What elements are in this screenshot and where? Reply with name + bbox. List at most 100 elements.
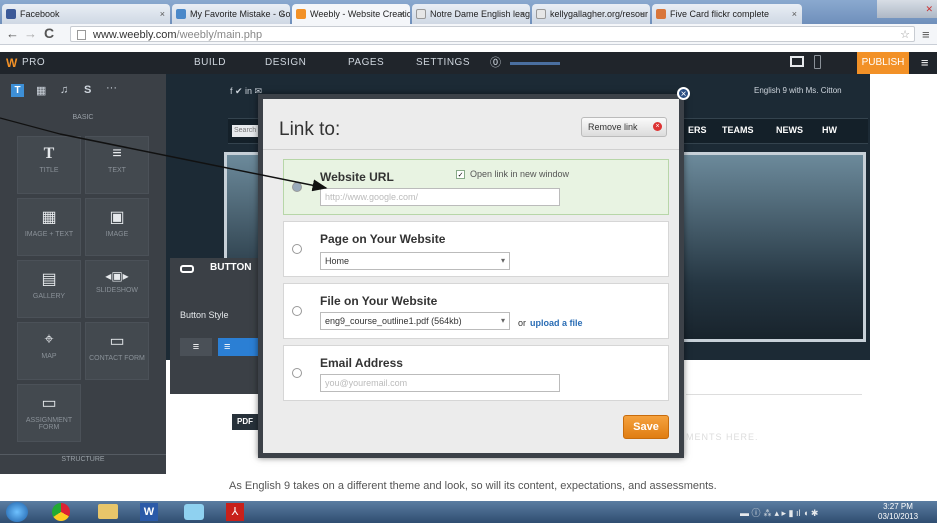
remove-link-button[interactable]: Remove link ×: [581, 117, 667, 137]
site-nav-item[interactable]: TEAMS: [722, 125, 754, 135]
panel-title: BUTTON: [210, 262, 252, 273]
site-nav-item[interactable]: NEWS: [776, 125, 803, 135]
page-icon: [77, 30, 86, 40]
start-button-icon[interactable]: [6, 502, 28, 522]
website-url-input[interactable]: http://www.google.com/: [320, 188, 560, 206]
back-icon[interactable]: ←: [6, 26, 19, 41]
tab-title: kellygallagher.org/resour: [550, 9, 649, 19]
nav-settings[interactable]: SETTINGS: [416, 52, 470, 74]
help-icon[interactable]: ⓪: [490, 52, 502, 74]
weebly-topbar: W PRO BUILD DESIGN PAGES SETTINGS ⓪ PUBL…: [0, 52, 937, 74]
page-select-value: Home: [325, 256, 350, 266]
option-label: Page on Your Website: [320, 232, 446, 246]
assignment-form-element[interactable]: ▭ ASSIGNMENT FORM: [17, 384, 81, 442]
button-settings-panel: BUTTON Button Style ≡ ≡: [170, 258, 266, 394]
tile-label: IMAGE + TEXT: [24, 231, 74, 238]
tile-label: ASSIGNMENT FORM: [25, 417, 73, 431]
map-element[interactable]: ⌖ MAP: [17, 322, 81, 380]
close-icon[interactable]: ×: [400, 4, 405, 24]
site-header-title: English 9 with Ms. Citton: [754, 86, 842, 95]
tile-label: SLIDESHOW: [95, 287, 138, 294]
radio-page[interactable]: [292, 244, 302, 254]
option-page[interactable]: Page on Your Website Home ▾: [283, 221, 669, 277]
nav-pages[interactable]: PAGES: [348, 52, 384, 74]
clock[interactable]: 3:27 PM 03/10/2013: [878, 502, 918, 522]
option-email[interactable]: Email Address you@youremail.com: [283, 345, 669, 401]
more-icon[interactable]: ···: [106, 82, 117, 94]
mobile-view-icon[interactable]: [814, 55, 821, 69]
close-dialog-icon[interactable]: ×: [677, 87, 690, 100]
page-icon: [416, 9, 426, 19]
radio-email[interactable]: [292, 368, 302, 378]
menu-icon[interactable]: ≡: [922, 27, 930, 42]
gallery-element[interactable]: ▤ GALLERY: [17, 260, 81, 318]
divider: [0, 454, 166, 455]
text-category-icon[interactable]: T: [11, 84, 24, 97]
app-icon[interactable]: [184, 504, 204, 520]
reload-icon[interactable]: C: [44, 25, 54, 41]
publish-button[interactable]: PUBLISH: [857, 52, 909, 74]
close-icon[interactable]: ×: [520, 4, 525, 24]
window-controls[interactable]: ✕: [877, 0, 937, 18]
close-icon: ×: [653, 122, 662, 131]
nav-design[interactable]: DESIGN: [265, 52, 306, 74]
radio-file[interactable]: [292, 306, 302, 316]
acrobat-icon[interactable]: ⅄: [226, 503, 244, 521]
folder-icon[interactable]: [98, 504, 118, 519]
email-input[interactable]: you@youremail.com: [320, 374, 560, 392]
commerce-category-icon[interactable]: S: [84, 84, 91, 96]
slideshow-element[interactable]: ◂▣▸ SLIDESHOW: [85, 260, 149, 318]
close-icon[interactable]: ×: [280, 4, 285, 24]
progress-bar: [510, 62, 560, 65]
music-category-icon[interactable]: ♫: [60, 84, 68, 96]
button-icon: [180, 265, 194, 273]
tab-notre-dame[interactable]: Notre Dame English leagu ×: [412, 4, 530, 24]
option-label: Email Address: [320, 356, 403, 370]
tab-title: My Favorite Mistake - Goo: [190, 9, 290, 19]
remove-link-label: Remove link: [588, 122, 638, 132]
weebly-logo-icon[interactable]: W: [6, 52, 18, 74]
tab-kellygallagher[interactable]: kellygallagher.org/resour ×: [532, 4, 650, 24]
option-website-url[interactable]: Website URL ✓ Open link in new window ht…: [283, 159, 669, 215]
image-element[interactable]: ▣ IMAGE: [85, 198, 149, 256]
contact-form-element[interactable]: ▭ CONTACT FORM: [85, 322, 149, 380]
save-button[interactable]: Save: [623, 415, 669, 439]
site-nav-item[interactable]: ERS: [688, 125, 707, 135]
file-select-value: eng9_course_outline1.pdf (564kb): [325, 316, 462, 326]
forward-icon[interactable]: →: [24, 26, 37, 41]
tab-weebly[interactable]: Weebly - Website Creation ×: [292, 4, 410, 24]
option-file[interactable]: File on Your Website eng9_course_outline…: [283, 283, 669, 339]
upload-file-link[interactable]: upload a file: [530, 318, 583, 328]
image-text-element[interactable]: ▦ IMAGE + TEXT: [17, 198, 81, 256]
image-icon: ▣: [109, 209, 125, 226]
nav-build[interactable]: BUILD: [194, 52, 226, 74]
file-select[interactable]: eng9_course_outline1.pdf (564kb) ▾: [320, 312, 510, 330]
close-icon[interactable]: ×: [160, 4, 165, 24]
gallery-icon: ▤: [41, 271, 57, 288]
tile-label: IMAGE: [105, 231, 129, 238]
open-new-window-checkbox[interactable]: ✓: [456, 170, 465, 179]
menu-icon[interactable]: ≡: [921, 52, 929, 74]
tab-facebook[interactable]: Facebook ×: [2, 4, 170, 24]
desktop-view-icon[interactable]: [790, 56, 804, 67]
pdf-badge[interactable]: PDF: [232, 414, 258, 430]
clock-time: 3:27 PM: [883, 502, 913, 511]
contact-form-icon: ▭: [109, 333, 125, 350]
star-icon[interactable]: ☆: [900, 27, 910, 43]
media-category-icon[interactable]: ▦: [36, 84, 46, 97]
align-left-icon[interactable]: ≡: [180, 338, 212, 356]
align-center-icon[interactable]: ≡: [218, 338, 258, 356]
word-icon[interactable]: W: [140, 503, 158, 521]
tab-five-card-flickr[interactable]: Five Card flickr complete ×: [652, 4, 802, 24]
tab-my-favorite-mistake[interactable]: My Favorite Mistake - Goo ×: [172, 4, 290, 24]
close-icon[interactable]: ×: [792, 4, 797, 24]
page-icon: [536, 9, 546, 19]
chrome-icon[interactable]: [52, 503, 70, 521]
close-icon[interactable]: ×: [640, 4, 645, 24]
address-bar[interactable]: www.weebly.com/weebly/main.php ☆: [70, 26, 915, 42]
divider: [686, 394, 862, 395]
site-nav-item[interactable]: HW: [822, 125, 837, 135]
windows-taskbar: W ⅄ ▬ ⓘ ⁂ ▴ ▸ ▮ ıl ◖ ✱ 3:27 PM 03/10/201…: [0, 501, 937, 523]
page-select[interactable]: Home ▾: [320, 252, 510, 270]
tray-icons[interactable]: ▬ ⓘ ⁂ ▴ ▸ ▮ ıl ◖ ✱: [740, 506, 818, 519]
